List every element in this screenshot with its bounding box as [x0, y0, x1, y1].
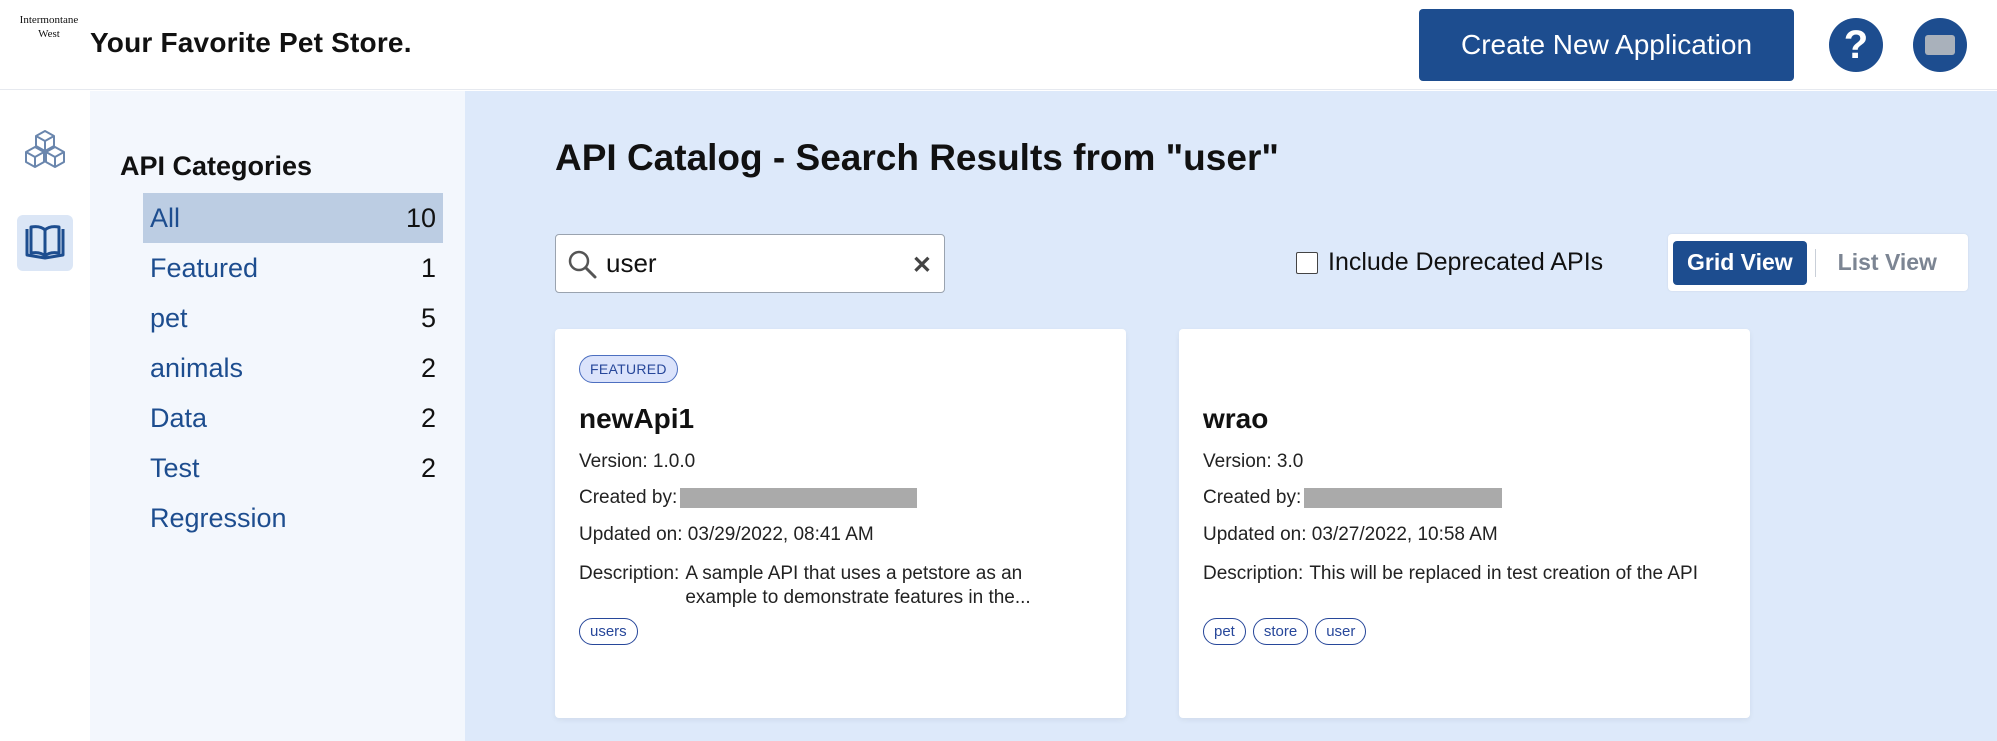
api-created-by: Created by: — [579, 487, 918, 509]
search-icon — [568, 250, 597, 278]
category-item-data[interactable]: Data 2 — [143, 393, 443, 443]
created-by-label: Created by: — [579, 487, 678, 508]
category-label: Test — [150, 452, 200, 483]
description-label: Description: — [579, 563, 680, 584]
category-label: Regression — [150, 502, 287, 533]
description-text: A sample API that uses a petstore as an … — [685, 563, 1031, 608]
include-deprecated-toggle[interactable]: Include Deprecated APIs — [1296, 248, 1603, 277]
category-count: 1 — [420, 252, 436, 283]
store-title: Your Favorite Pet Store. — [90, 27, 412, 58]
view-toggle: Grid View List View — [1668, 234, 1968, 291]
category-item-animals[interactable]: animals 2 — [143, 343, 443, 393]
featured-badge: FEATURED — [579, 355, 678, 383]
api-version: Version: 3.0 — [1203, 451, 1304, 472]
api-card-title[interactable]: newApi1 — [579, 403, 694, 435]
user-avatar-button[interactable] — [1913, 18, 1967, 72]
created-by-label: Created by: — [1203, 487, 1302, 508]
search-box[interactable]: ✕ — [555, 234, 945, 293]
api-updated-on: Updated on: 03/29/2022, 08:41 AM — [579, 524, 874, 545]
category-list: All 10 Featured 1 pet 5 animals 2 Data 2… — [143, 193, 443, 543]
api-card-wrao[interactable]: wrao Version: 3.0 Created by: Updated on… — [1179, 329, 1750, 718]
list-view-button[interactable]: List View — [1824, 241, 1951, 285]
create-new-application-button[interactable]: Create New Application — [1419, 9, 1794, 81]
include-deprecated-checkbox[interactable] — [1296, 251, 1318, 274]
category-count: 10 — [405, 202, 436, 233]
category-label: pet — [150, 302, 188, 333]
category-item-test[interactable]: Test 2 — [143, 443, 443, 493]
api-created-by: Created by: — [1203, 487, 1503, 509]
category-count: 2 — [420, 402, 436, 433]
include-deprecated-label: Include Deprecated APIs — [1328, 248, 1604, 276]
avatar-icon — [1925, 35, 1955, 55]
api-card-newapi1[interactable]: FEATURED newApi1 Version: 1.0.0 Created … — [555, 329, 1126, 718]
api-updated-on: Updated on: 03/27/2022, 10:58 AM — [1203, 524, 1498, 545]
grid-view-button[interactable]: Grid View — [1673, 240, 1807, 285]
api-card-title[interactable]: wrao — [1203, 403, 1268, 435]
page-title: API Catalog - Search Results from "user" — [555, 137, 1279, 178]
tag-user[interactable]: user — [1315, 618, 1367, 645]
tag-store[interactable]: store — [1252, 618, 1309, 645]
logo-line-2: West — [38, 28, 60, 40]
category-label: Data — [150, 402, 208, 433]
left-nav-rail — [0, 91, 90, 741]
close-icon[interactable]: ✕ — [912, 251, 932, 280]
tag-pet[interactable]: pet — [1203, 618, 1246, 645]
categories-title: API Categories — [120, 151, 313, 181]
main-content: API Catalog - Search Results from "user"… — [465, 91, 1997, 741]
rail-item-catalog[interactable] — [17, 215, 73, 271]
question-mark-icon: ? — [1843, 22, 1869, 67]
category-label: animals — [150, 352, 244, 383]
category-label: All — [150, 202, 181, 233]
top-header: Intermontane West Your Favorite Pet Stor… — [0, 0, 1997, 90]
open-book-icon — [25, 225, 65, 260]
category-label: Featured — [150, 252, 259, 283]
redacted-author — [1304, 487, 1503, 508]
brand-logo[interactable]: Intermontane West — [14, 13, 84, 41]
description-label: Description: — [1203, 563, 1304, 584]
category-count: 2 — [420, 452, 436, 483]
tag-users[interactable]: users — [579, 618, 638, 645]
rail-item-products[interactable] — [17, 120, 73, 176]
search-input[interactable] — [606, 248, 896, 279]
api-tags: users — [579, 618, 638, 645]
api-description: Description: This will be replaced in te… — [1203, 562, 1723, 586]
cubes-icon — [25, 130, 65, 168]
categories-sidebar: API Categories All 10 Featured 1 pet 5 a… — [90, 91, 465, 741]
view-toggle-divider — [1814, 248, 1816, 277]
category-count: 5 — [420, 302, 436, 333]
category-item-regression[interactable]: Regression — [143, 493, 443, 543]
category-count: 2 — [420, 352, 436, 383]
api-version: Version: 1.0.0 — [579, 451, 696, 472]
category-item-all[interactable]: All 10 — [143, 193, 443, 243]
category-item-featured[interactable]: Featured 1 — [143, 243, 443, 293]
help-button[interactable]: ? — [1829, 18, 1883, 72]
description-text: This will be replaced in test creation o… — [1309, 563, 1698, 584]
api-tags: pet store user — [1203, 618, 1367, 645]
logo-line-1: Intermontane — [19, 14, 79, 26]
redacted-author — [680, 487, 918, 508]
api-description: Description: A sample API that uses a pe… — [579, 562, 1099, 610]
category-item-pet[interactable]: pet 5 — [143, 293, 443, 343]
